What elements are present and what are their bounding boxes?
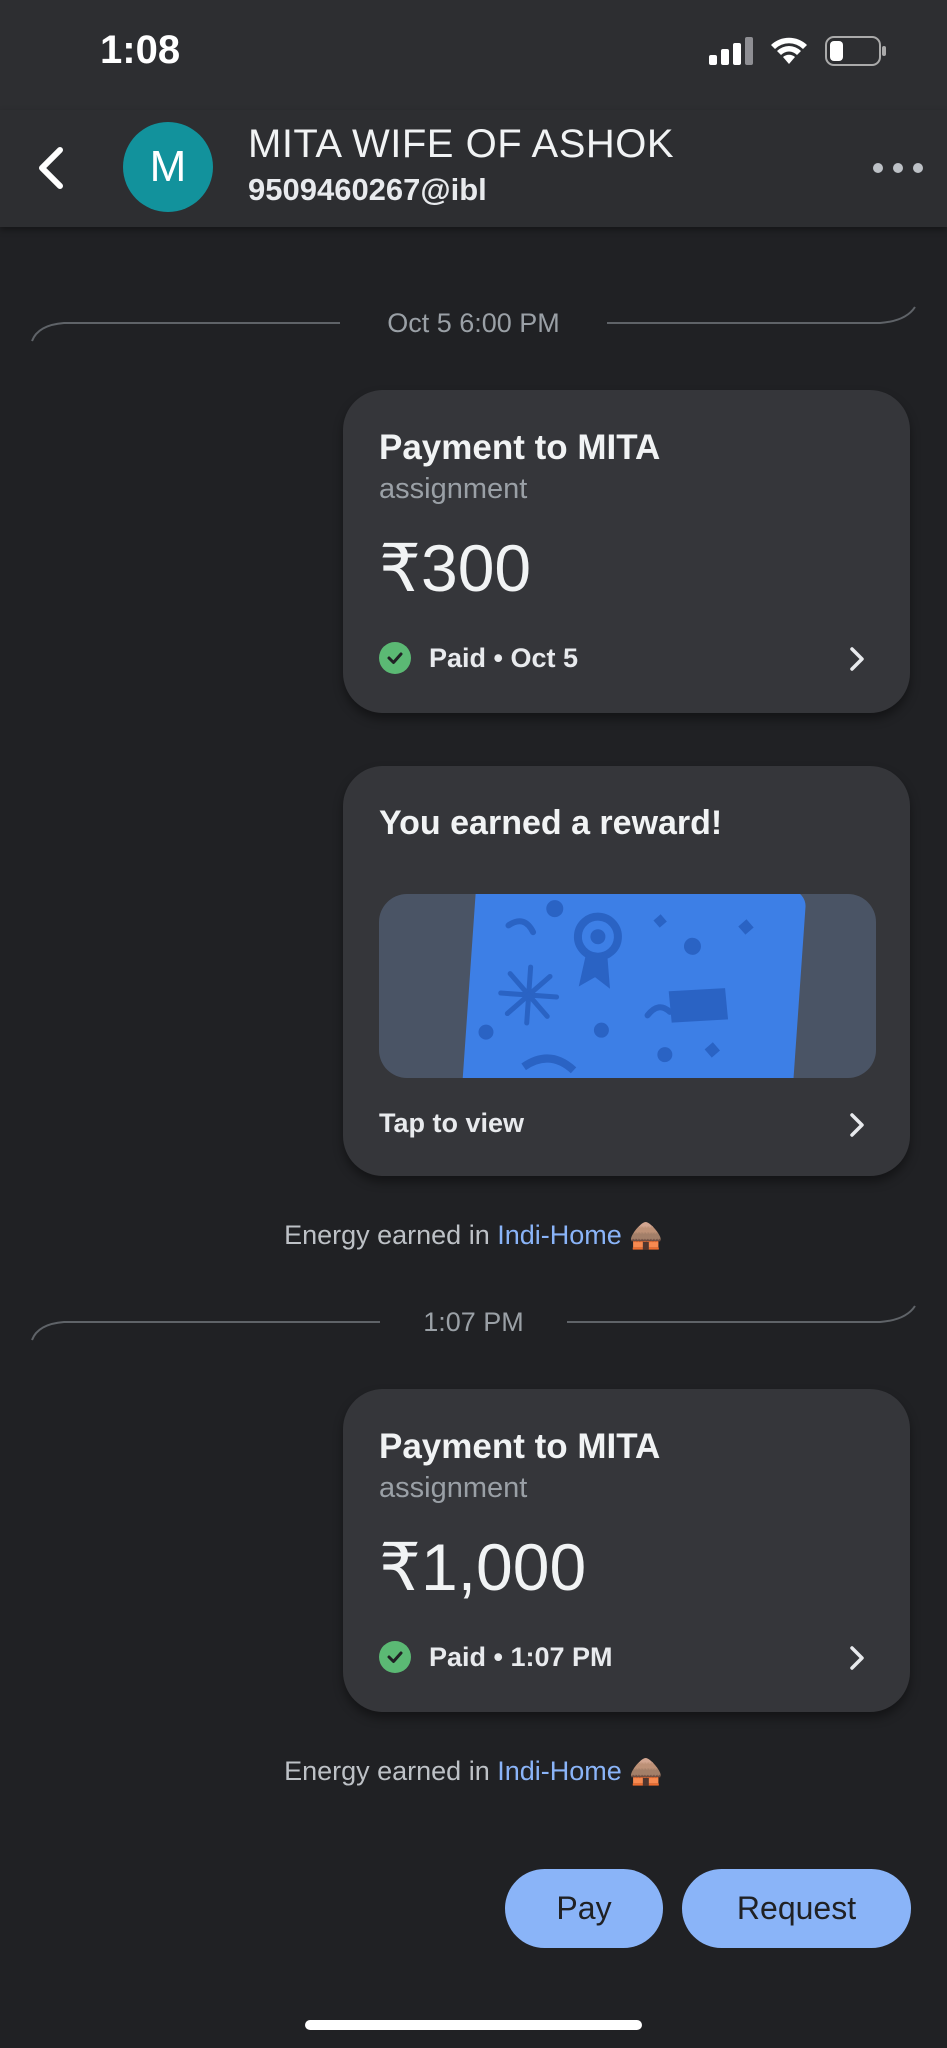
check-circle-icon — [379, 1641, 411, 1673]
payment-status: Paid • 1:07 PM — [379, 1641, 613, 1673]
chevron-right-icon[interactable] — [842, 644, 872, 674]
energy-prefix: Energy earned in — [284, 1220, 498, 1250]
date-divider: Oct 5 6:00 PM — [30, 303, 917, 343]
chevron-right-icon[interactable] — [842, 1110, 872, 1140]
payment-card[interactable]: Payment to MITA assignment ₹1,000 Paid •… — [343, 1389, 910, 1712]
reward-action: Tap to view — [379, 1108, 524, 1139]
check-circle-icon — [379, 642, 411, 674]
status-icons — [709, 36, 887, 66]
avatar[interactable]: M — [123, 122, 213, 212]
payment-amount: ₹300 — [379, 531, 532, 605]
pay-button[interactable]: Pay — [505, 1869, 663, 1948]
more-options-icon[interactable] — [873, 150, 923, 186]
hut-icon: 🛖 — [629, 1220, 663, 1250]
date-divider: 1:07 PM — [30, 1302, 917, 1342]
payment-title: Payment to MITA — [379, 1427, 661, 1466]
indi-home-link[interactable]: Indi-Home — [497, 1220, 622, 1250]
payment-note: assignment — [379, 1472, 528, 1504]
contact-upi-id: 9509460267@ibl — [248, 172, 487, 207]
payment-title: Payment to MITA — [379, 428, 661, 467]
indi-home-link[interactable]: Indi-Home — [497, 1756, 622, 1786]
payment-status: Paid • Oct 5 — [379, 642, 578, 674]
payment-amount: ₹1,000 — [379, 1530, 587, 1604]
date-divider-label: 1:07 PM — [387, 1307, 560, 1337]
payment-note: assignment — [379, 473, 528, 505]
payment-status-text: Paid • 1:07 PM — [429, 1641, 613, 1672]
request-button[interactable]: Request — [682, 1869, 911, 1948]
energy-prefix: Energy earned in — [284, 1756, 498, 1786]
hut-icon: 🛖 — [629, 1756, 663, 1786]
battery-icon — [825, 36, 886, 66]
energy-earned-text: Energy earned in Indi-Home 🛖 — [0, 1755, 947, 1787]
reward-action-label: Tap to view — [379, 1108, 525, 1138]
contact-name[interactable]: MITA WIFE OF ASHOK — [248, 122, 674, 167]
reward-card[interactable]: You earned a reward! Tap to view — [343, 766, 910, 1176]
cellular-signal-icon — [709, 37, 753, 65]
status-bar: 1:08 — [0, 0, 947, 110]
payment-status-text: Paid • Oct 5 — [429, 642, 579, 673]
status-time: 1:08 — [100, 28, 181, 72]
reward-scratch-card-image[interactable] — [379, 894, 876, 1078]
back-arrow-icon[interactable] — [28, 140, 84, 196]
wifi-icon — [771, 37, 807, 64]
chevron-right-icon[interactable] — [842, 1643, 872, 1673]
chat-header: M MITA WIFE OF ASHOK 9509460267@ibl — [0, 110, 947, 227]
reward-title: You earned a reward! — [379, 804, 723, 842]
payment-card[interactable]: Payment to MITA assignment ₹300 Paid • O… — [343, 390, 910, 713]
date-divider-label: Oct 5 6:00 PM — [351, 308, 596, 338]
energy-earned-text: Energy earned in Indi-Home 🛖 — [0, 1219, 947, 1251]
home-indicator[interactable] — [305, 2020, 642, 2030]
